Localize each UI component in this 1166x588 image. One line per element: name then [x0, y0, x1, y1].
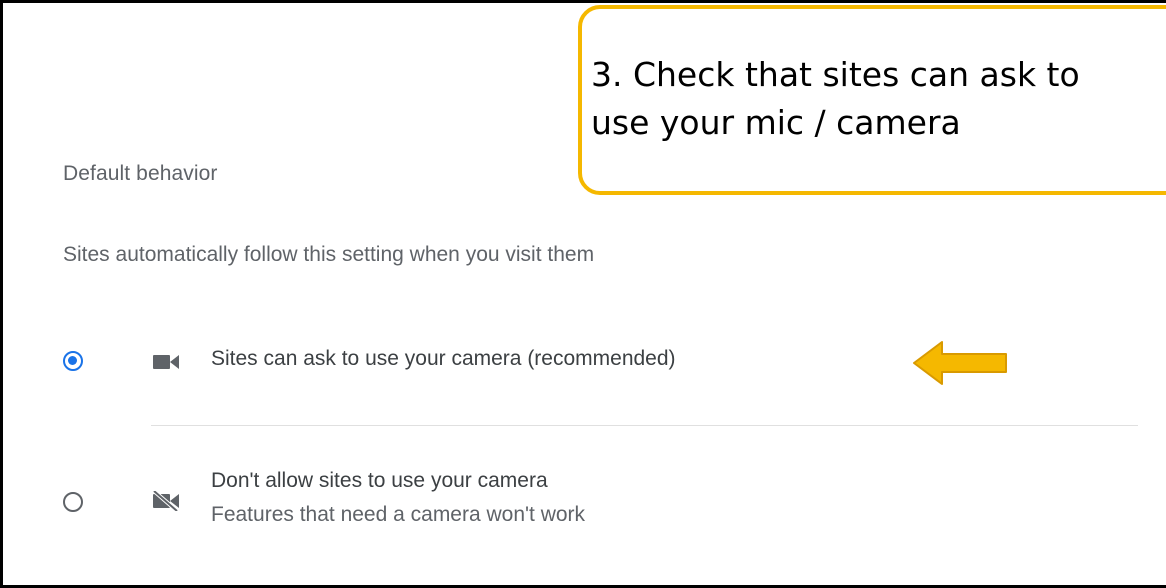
option-label: Sites can ask to use your camera (recomm… [211, 347, 676, 370]
radio-button-unselected[interactable] [63, 492, 83, 512]
radio-button-selected[interactable] [63, 351, 83, 371]
camera-off-icon [153, 491, 179, 511]
callout-line-1: 3. Check that sites can ask to [591, 55, 1080, 94]
option-label: Don't allow sites to use your camera [211, 469, 548, 492]
option-description: Features that need a camera won't work [211, 503, 586, 526]
pointer-arrow-icon [913, 341, 1007, 385]
section-subtitle: Sites automatically follow this setting … [63, 243, 595, 266]
instruction-callout: 3. Check that sites can ask to use your … [578, 5, 1166, 195]
camera-icon [153, 355, 179, 369]
section-title: Default behavior [63, 162, 218, 185]
settings-panel: Default behavior Sites automatically fol… [0, 0, 1166, 588]
divider [151, 425, 1138, 426]
callout-line-2: use your mic / camera [591, 102, 961, 142]
radio-option-block-camera[interactable]: Don't allow sites to use your camera Fea… [3, 463, 1166, 526]
